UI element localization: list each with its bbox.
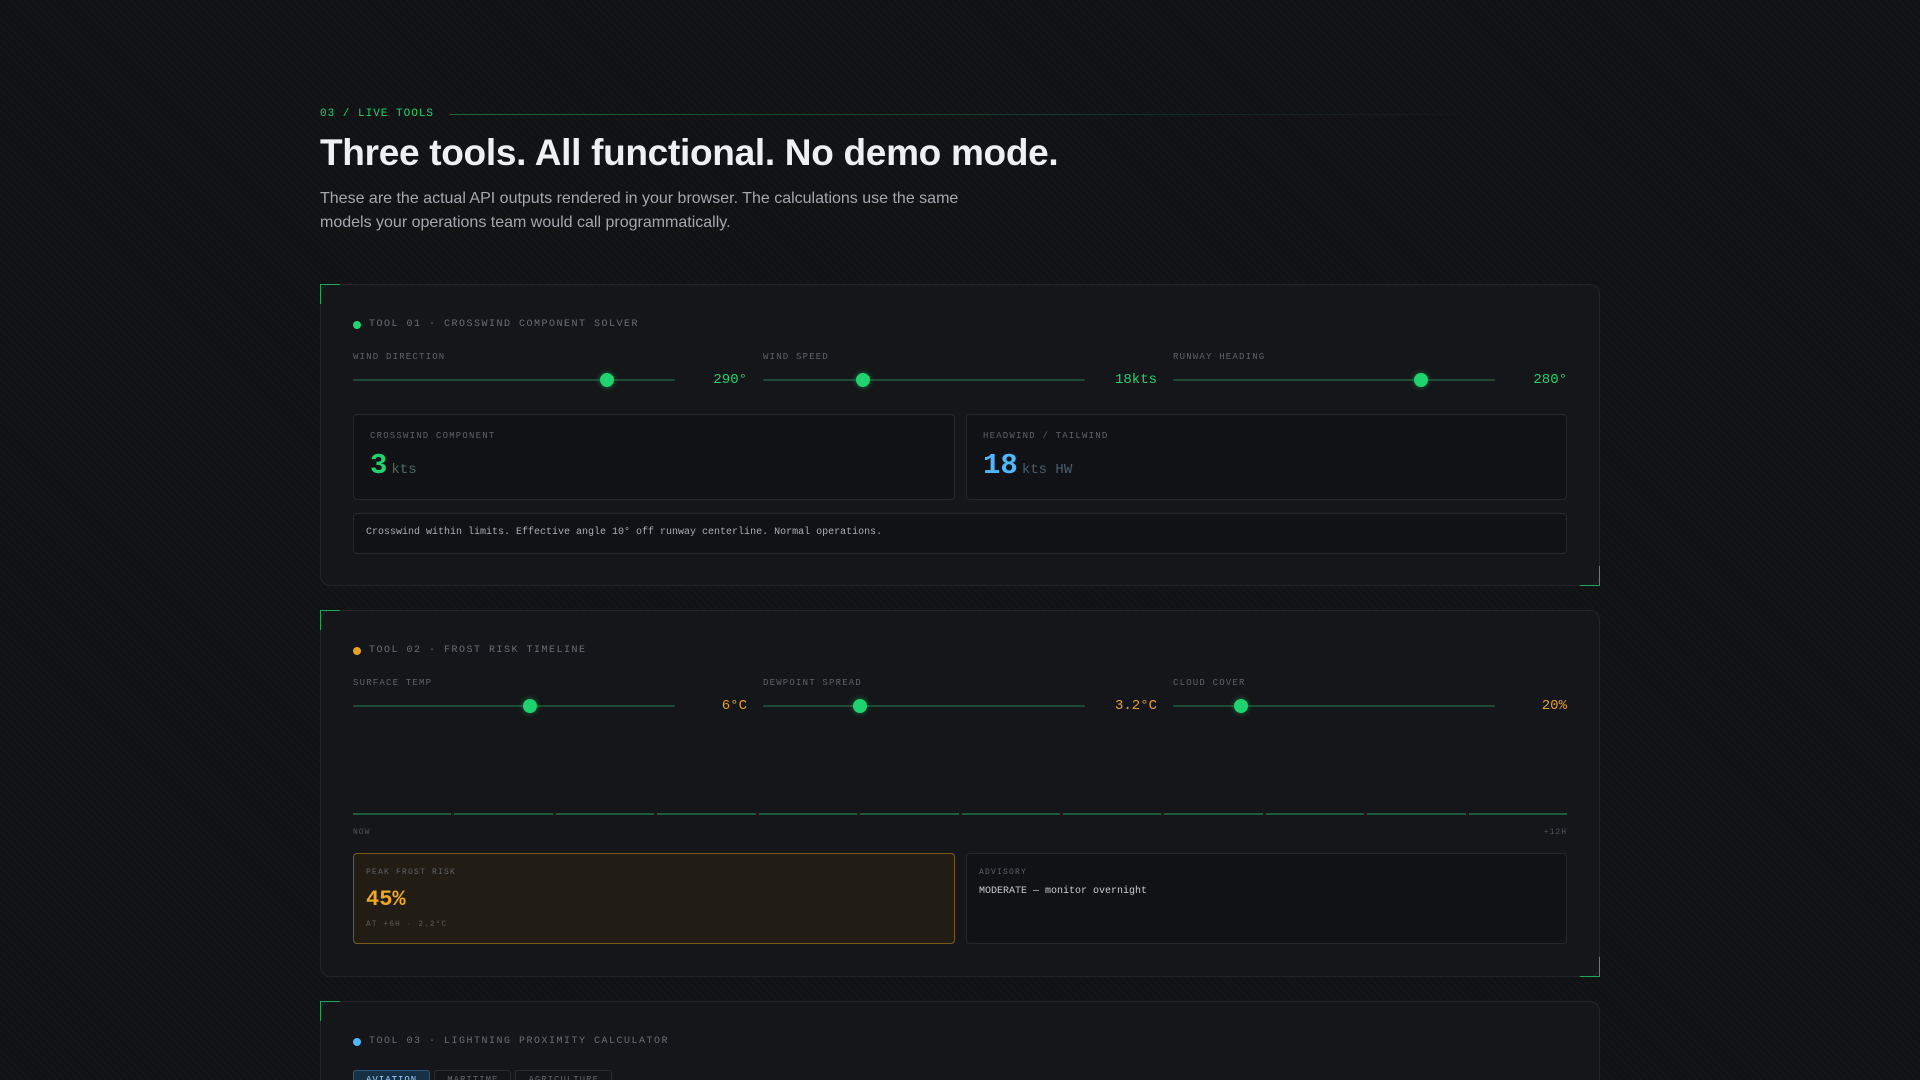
- timeline-start-label: NOW: [353, 828, 371, 837]
- corner-bracket: [1580, 957, 1600, 977]
- metric-label: PEAK FROST RISK: [366, 868, 457, 877]
- status-note: Crosswind within limits. Effective angle…: [353, 513, 1567, 554]
- status-dot-icon: [353, 1037, 361, 1046]
- slider-label: WIND DIRECTION: [353, 352, 446, 362]
- eyebrow-divider: [450, 113, 1500, 115]
- crosswind-metric: CROSSWIND COMPONENT 3 kts: [353, 414, 955, 500]
- cloud-cover-slider: CLOUD COVER 20%: [1173, 678, 1567, 726]
- corner-bracket: [1580, 566, 1600, 586]
- advisory-text: MODERATE — monitor overnight: [979, 886, 1148, 897]
- section-eyebrow: 03 / LIVE TOOLS: [320, 108, 435, 120]
- metric-label: HEADWIND / TAILWIND: [983, 431, 1109, 441]
- slider-value: 18kts: [1114, 372, 1157, 388]
- slider-thumb[interactable]: [852, 699, 867, 713]
- surface-temp-slider: SURFACE TEMP 6°C: [353, 678, 763, 726]
- slider-track[interactable]: [353, 373, 675, 387]
- metric-value: 3: [370, 449, 388, 482]
- slider-thumb[interactable]: [1233, 699, 1248, 713]
- metric-unit: kts: [391, 462, 417, 478]
- tab-aviation[interactable]: AVIATION: [353, 1070, 431, 1080]
- timeline-segment: [1468, 813, 1568, 815]
- metric-unit: kts HW: [1021, 462, 1073, 478]
- wind-direction-slider: WIND DIRECTION 290°: [353, 352, 763, 400]
- timeline-segment: [657, 813, 756, 815]
- corner-bracket: [320, 1001, 340, 1021]
- status-dot-icon: [353, 320, 361, 329]
- slider-track[interactable]: [763, 699, 1085, 713]
- card-title: TOOL 03 · LIGHTNING PROXIMITY CALCULATOR: [369, 1036, 670, 1047]
- timeline-segment: [353, 813, 452, 815]
- frost-timeline: [353, 813, 1568, 815]
- slider-row: SURFACE TEMP 6°C DEWPOINT SPREAD 3.2°C C…: [353, 678, 1567, 726]
- peak-frost-risk: PEAK FROST RISK 45% AT +6H · 2.2°C: [353, 853, 955, 944]
- status-dot-icon: [353, 646, 361, 655]
- slider-label: RUNWAY HEADING: [1173, 352, 1266, 362]
- runway-heading-slider: RUNWAY HEADING 280°: [1173, 352, 1567, 400]
- timeline-segment: [1367, 813, 1466, 815]
- metric-subtext: AT +6H · 2.2°C: [366, 920, 448, 929]
- slider-track[interactable]: [353, 699, 675, 713]
- slider-track[interactable]: [1173, 699, 1495, 713]
- section-title: Three tools. All functional. No demo mod…: [320, 132, 1059, 173]
- card-header: TOOL 02 · FROST RISK TIMELINE: [353, 645, 587, 656]
- slider-track[interactable]: [763, 373, 1085, 387]
- slider-thumb[interactable]: [600, 373, 615, 387]
- slider-label: DEWPOINT SPREAD: [763, 678, 863, 688]
- timeline-segment: [961, 813, 1060, 815]
- tool-card-crosswind: TOOL 01 · CROSSWIND COMPONENT SOLVER WIN…: [320, 284, 1600, 586]
- slider-value: 20%: [1541, 698, 1567, 714]
- slider-row: WIND DIRECTION 290° WIND SPEED 18kts RUN…: [353, 352, 1567, 400]
- corner-bracket: [320, 284, 340, 304]
- card-header: TOOL 03 · LIGHTNING PROXIMITY CALCULATOR: [353, 1036, 669, 1047]
- tool-card-lightning: TOOL 03 · LIGHTNING PROXIMITY CALCULATOR…: [320, 1001, 1600, 1080]
- advisory-box: ADVISORY MODERATE — monitor overnight: [966, 853, 1567, 944]
- slider-label: SURFACE TEMP: [353, 678, 433, 688]
- timeline-end-label: +12H: [1543, 828, 1567, 837]
- timeline-segment: [1062, 813, 1162, 815]
- timeline-segment: [758, 813, 858, 815]
- timeline-segment: [555, 813, 655, 815]
- slider-value: 6°C: [721, 698, 747, 714]
- metric-value: 18: [983, 449, 1018, 482]
- slider-track[interactable]: [1173, 373, 1495, 387]
- metric-label: ADVISORY: [979, 868, 1028, 877]
- headwind-metric: HEADWIND / TAILWIND 18 kts HW: [966, 414, 1567, 500]
- slider-value: 3.2°C: [1114, 698, 1157, 714]
- slider-thumb[interactable]: [1413, 373, 1428, 387]
- slider-thumb[interactable]: [855, 373, 870, 387]
- slider-thumb[interactable]: [523, 699, 538, 713]
- card-title: TOOL 02 · FROST RISK TIMELINE: [369, 645, 587, 656]
- corner-bracket: [320, 610, 340, 630]
- section-lede: These are the actual API outputs rendere…: [320, 190, 959, 231]
- metric-value: 45%: [366, 887, 406, 912]
- timeline-segment: [860, 813, 959, 815]
- metric-value-wrap: 18 kts HW: [983, 449, 1072, 482]
- tab-agriculture[interactable]: AGRICULTURE: [515, 1070, 612, 1080]
- slider-label: WIND SPEED: [763, 352, 830, 362]
- section-eyebrow-row: 03 / LIVE TOOLS: [320, 108, 1500, 120]
- mode-tabs: AVIATION MARITIME AGRICULTURE: [353, 1070, 612, 1080]
- slider-label: CLOUD COVER: [1173, 678, 1246, 688]
- metric-label: CROSSWIND COMPONENT: [370, 431, 496, 441]
- wind-speed-slider: WIND SPEED 18kts: [763, 352, 1173, 400]
- dewpoint-spread-slider: DEWPOINT SPREAD 3.2°C: [763, 678, 1173, 726]
- timeline-segment: [454, 813, 553, 815]
- tool-card-frost: TOOL 02 · FROST RISK TIMELINE SURFACE TE…: [320, 610, 1600, 977]
- slider-value: 290°: [713, 372, 747, 388]
- tab-maritime[interactable]: MARITIME: [434, 1070, 512, 1080]
- timeline-segment: [1164, 813, 1263, 815]
- timeline-segment: [1265, 813, 1365, 815]
- card-header: TOOL 01 · CROSSWIND COMPONENT SOLVER: [353, 319, 639, 330]
- metric-value-wrap: 3 kts: [370, 449, 417, 482]
- slider-value: 280°: [1533, 372, 1567, 388]
- card-title: TOOL 01 · CROSSWIND COMPONENT SOLVER: [369, 319, 640, 330]
